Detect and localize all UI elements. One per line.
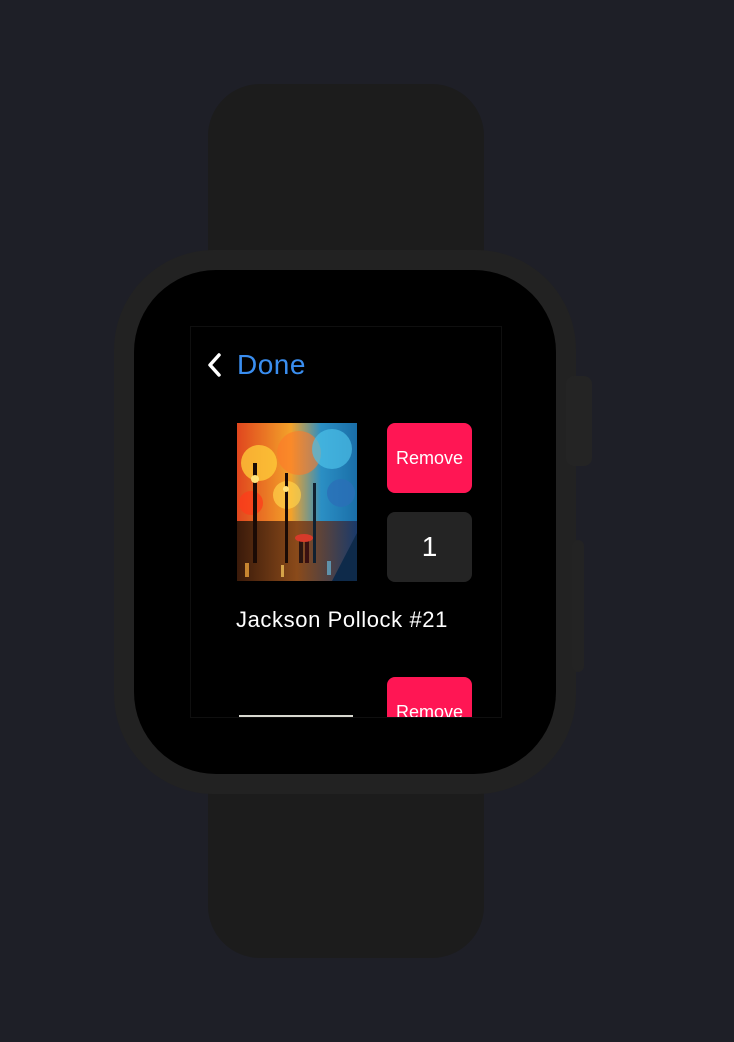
chevron-left-icon bbox=[208, 353, 221, 377]
digital-crown[interactable] bbox=[566, 376, 592, 466]
remove-button[interactable]: Remove bbox=[387, 423, 472, 493]
remove-button[interactable]: Remove bbox=[387, 677, 472, 717]
back-label: Done bbox=[237, 349, 306, 380]
back-button[interactable]: Done bbox=[205, 349, 306, 381]
artwork-thumbnail bbox=[237, 423, 357, 581]
side-button[interactable] bbox=[572, 540, 584, 672]
artwork-thumbnail bbox=[239, 715, 353, 717]
watch-screen: Done Remove 1 Jackson Pollock #21 Remove bbox=[134, 270, 556, 774]
item-title: Jackson Pollock #21 bbox=[236, 607, 448, 632]
quantity-stepper[interactable]: 1 bbox=[387, 512, 472, 582]
cart-list[interactable]: Done Remove 1 Jackson Pollock #21 Remove bbox=[190, 326, 502, 718]
